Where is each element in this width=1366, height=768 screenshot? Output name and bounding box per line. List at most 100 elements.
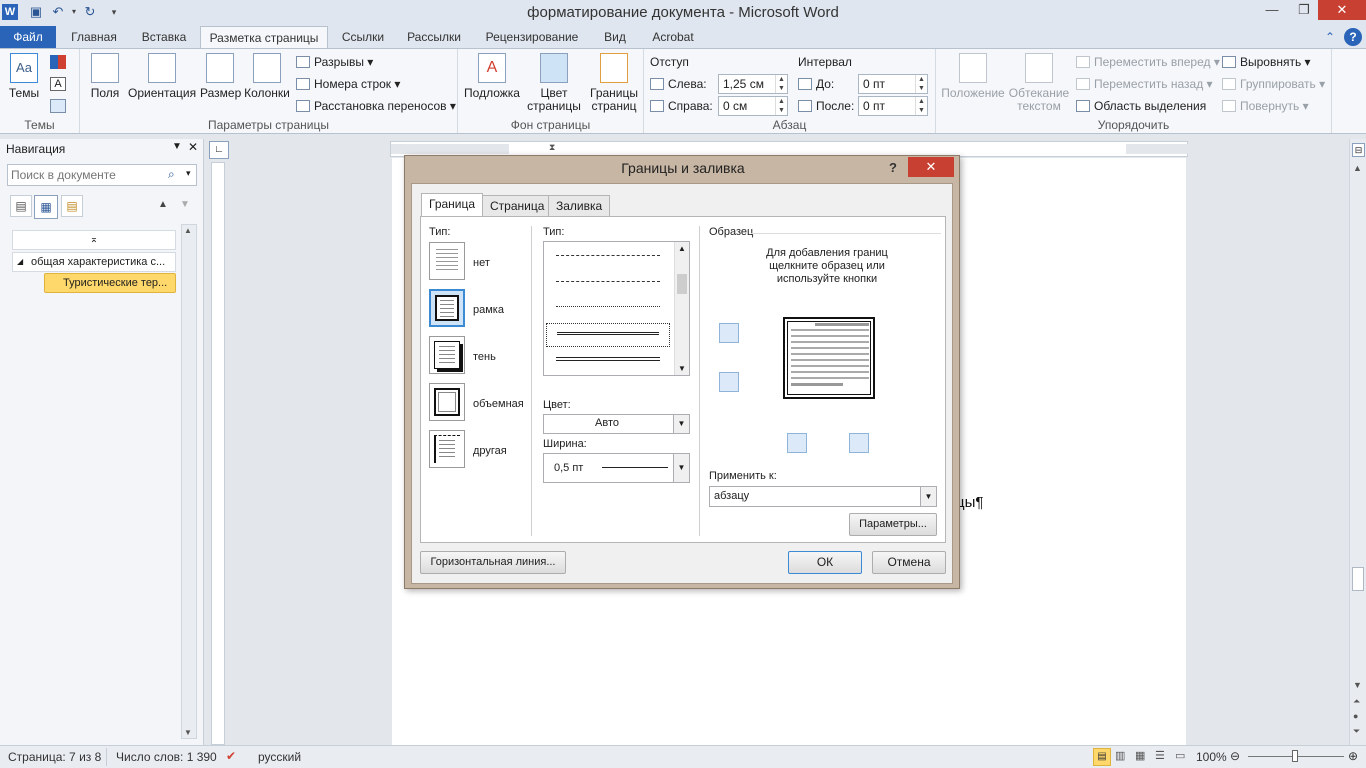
browse-object-icon[interactable]: ● (1353, 711, 1358, 721)
themes-button[interactable]: Aa Темы (6, 53, 42, 100)
line-style-item[interactable] (556, 306, 660, 307)
indent-right-field[interactable]: 0 см ▲ ▼ (718, 96, 788, 116)
page-count[interactable]: Страница: 7 из 8 (8, 750, 101, 764)
watermark-button[interactable]: A Подложка (462, 53, 522, 100)
pane-options-icon[interactable]: ▼ (172, 141, 182, 152)
ok-button[interactable]: ОК (788, 551, 862, 574)
nav-item[interactable]: ◢ общая характеристика с... (12, 252, 176, 272)
margins-button[interactable]: Поля (86, 53, 124, 100)
spinner-icon[interactable]: ▲ ▼ (915, 75, 927, 93)
collapse-top-icon[interactable]: ⌅ (12, 230, 176, 250)
language-indicator[interactable]: русский (258, 750, 301, 764)
tab-review[interactable]: Рецензирование (478, 26, 586, 48)
next-page-icon[interactable]: ⏷ (1353, 726, 1360, 737)
position-button[interactable]: Положение (940, 53, 1006, 100)
right-border-icon[interactable] (849, 433, 869, 453)
bring-forward-button[interactable]: Переместить вперед ▾ (1076, 53, 1220, 71)
line-style-scrollbar[interactable]: ▲ ▼ (674, 242, 689, 375)
line-style-item[interactable] (556, 357, 660, 361)
proofing-icon[interactable]: ✔ (226, 749, 236, 763)
zoom-level[interactable]: 100% (1196, 750, 1227, 764)
cancel-button[interactable]: Отмена (872, 551, 946, 574)
color-select[interactable]: Авто ▼ (543, 414, 690, 434)
spinner-icon[interactable]: ▲ ▼ (775, 75, 787, 93)
help-icon[interactable]: ? (1344, 28, 1362, 46)
left-border-icon[interactable] (787, 433, 807, 453)
tab-view[interactable]: Вид (596, 26, 634, 48)
apply-to-select[interactable]: абзацу ▼ (709, 486, 937, 507)
pane-close-icon[interactable]: ✕ (188, 140, 198, 154)
indent-marker-icon[interactable]: ⧗ (549, 142, 555, 153)
theme-colors-icon[interactable] (50, 55, 66, 69)
setting-shadow-label[interactable]: тень (473, 351, 496, 363)
chevron-down-icon[interactable]: ▼ (920, 487, 936, 506)
tab-selector-icon[interactable]: ∟ (209, 141, 229, 159)
bottom-border-icon[interactable] (719, 372, 739, 392)
line-style-item[interactable] (556, 281, 660, 282)
tab-page-border[interactable]: Страница (482, 195, 553, 217)
page-color-button[interactable]: Цвет страницы (522, 53, 586, 113)
results-view-icon[interactable]: ▤ (61, 195, 83, 217)
setting-none-icon[interactable] (429, 242, 465, 280)
breaks-button[interactable]: Разрывы ▾ (296, 53, 373, 71)
zoom-slider-thumb[interactable] (1292, 750, 1298, 762)
tab-page-layout[interactable]: Разметка страницы (200, 26, 328, 49)
line-style-item[interactable] (556, 255, 660, 256)
minimize-ribbon-icon[interactable]: ⌃ (1322, 26, 1338, 48)
search-icon[interactable]: ⌕ (168, 167, 175, 182)
spacing-before-field[interactable]: 0 пт ▲ ▼ (858, 74, 928, 94)
nav-item-selected[interactable]: Туристические тер... (44, 273, 176, 293)
nav-scrollbar[interactable]: ▲ ▼ (181, 224, 197, 739)
line-numbers-button[interactable]: Номера строк ▾ (296, 75, 400, 93)
spinner-icon[interactable]: ▲ ▼ (915, 97, 927, 115)
tab-insert[interactable]: Вставка (132, 26, 196, 48)
word-count[interactable]: Число слов: 1 390 (116, 750, 217, 764)
tab-borders[interactable]: Граница (421, 193, 484, 217)
orientation-button[interactable]: Ориентация (128, 53, 196, 100)
line-style-selected[interactable] (546, 323, 670, 347)
selection-pane-button[interactable]: Область выделения (1076, 97, 1206, 115)
tab-shading[interactable]: Заливка (548, 195, 611, 217)
previous-page-icon[interactable]: ⏶ (1353, 696, 1360, 707)
setting-box-icon[interactable] (429, 289, 465, 327)
setting-3d-label[interactable]: объемная (473, 398, 524, 410)
setting-box-label[interactable]: рамка (473, 304, 504, 316)
spacing-after-field[interactable]: 0 пт ▲ ▼ (858, 96, 928, 116)
document-scrollbar[interactable]: ⊟ ▲ ▼ ⏶ ● ⏷ (1349, 139, 1366, 745)
ruler-toggle-icon[interactable]: ⊟ (1352, 143, 1365, 157)
expand-triangle-icon[interactable]: ◢ (17, 253, 23, 271)
draft-icon[interactable]: ▭ (1175, 749, 1185, 762)
outline-icon[interactable]: ☰ (1155, 749, 1165, 762)
align-button[interactable]: Выровнять ▾ (1222, 53, 1311, 71)
zoom-out-icon[interactable]: ⊖ (1230, 749, 1240, 763)
tab-file[interactable]: Файл (0, 26, 56, 48)
options-button[interactable]: Параметры... (849, 513, 937, 536)
tab-mailings[interactable]: Рассылки (400, 26, 468, 48)
scroll-up-icon[interactable]: ▲ (1353, 163, 1362, 173)
width-select[interactable]: 0,5 пт ▼ (543, 453, 690, 483)
hyphenation-button[interactable]: Расстановка переносов ▾ (296, 97, 456, 115)
setting-none-label[interactable]: нет (473, 257, 490, 269)
horizontal-line-button[interactable]: Горизонтальная линия... (420, 551, 566, 574)
zoom-in-icon[interactable]: ⊕ (1348, 749, 1358, 763)
theme-fonts-icon[interactable]: A (50, 77, 66, 91)
print-layout-icon[interactable]: ▤ (1093, 748, 1111, 766)
next-heading-icon[interactable]: ▼ (180, 199, 190, 210)
setting-custom-label[interactable]: другая (473, 445, 507, 457)
tab-acrobat[interactable]: Acrobat (644, 26, 702, 48)
headings-view-icon[interactable]: ▤ (10, 195, 32, 217)
top-border-icon[interactable] (719, 323, 739, 343)
rotate-button[interactable]: Повернуть ▾ (1222, 97, 1309, 115)
spinner-icon[interactable]: ▲ ▼ (775, 97, 787, 115)
nav-search-box[interactable]: ⌕ ▾ (7, 164, 197, 186)
scroll-thumb[interactable] (1352, 567, 1364, 591)
scroll-down-icon[interactable]: ▼ (184, 728, 192, 737)
scroll-up-icon[interactable]: ▲ (184, 226, 192, 235)
theme-effects-icon[interactable] (50, 99, 66, 113)
web-layout-icon[interactable]: ▦ (1135, 749, 1145, 762)
tab-home[interactable]: Главная (62, 26, 126, 48)
scroll-down-icon[interactable]: ▼ (678, 364, 686, 373)
dialog-help-button[interactable]: ? (889, 160, 897, 175)
send-backward-button[interactable]: Переместить назад ▾ (1076, 75, 1213, 93)
wrap-text-button[interactable]: Обтекание текстом (1006, 53, 1072, 113)
